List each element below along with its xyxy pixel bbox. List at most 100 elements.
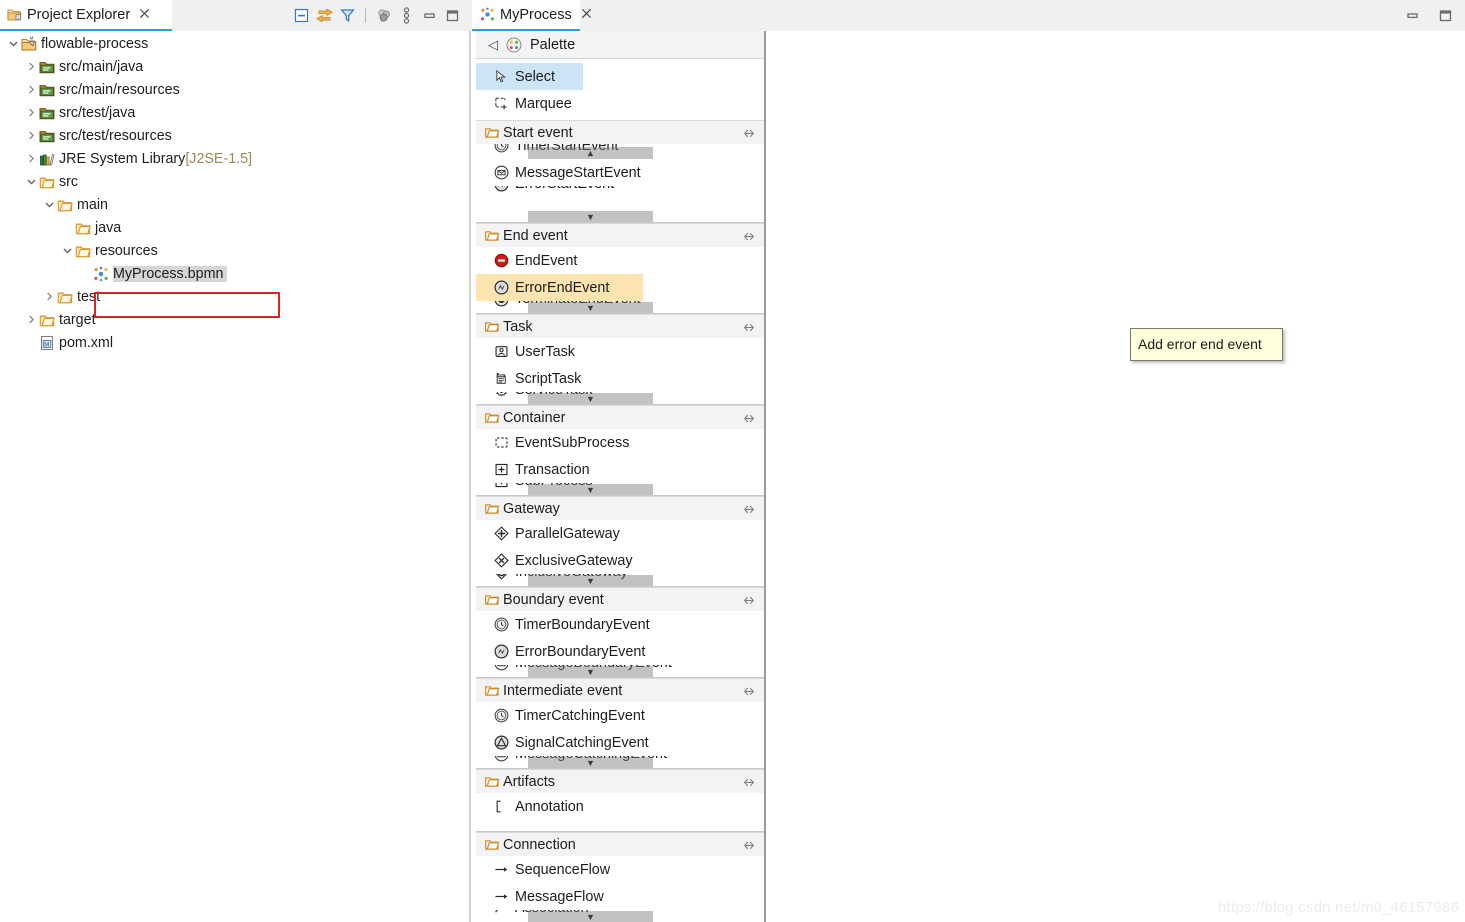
- palette-tool-marquee[interactable]: Marquee: [476, 90, 764, 117]
- drawer-header[interactable]: Task: [476, 314, 764, 338]
- close-icon[interactable]: [139, 8, 150, 21]
- palette-item-messagestartevent[interactable]: MessageStartEvent: [476, 159, 764, 186]
- palette-tool-select[interactable]: Select: [476, 63, 583, 90]
- palette-drawer-intermediate-event: Intermediate eventTimerCatchingEventSign…: [476, 678, 764, 769]
- drawer-header[interactable]: Start event: [476, 120, 764, 144]
- scroll-down-overlay[interactable]: ▼: [528, 393, 653, 404]
- drawer-pin-icon[interactable]: [742, 503, 756, 519]
- view-menu-icon[interactable]: [395, 4, 418, 27]
- drawer-pin-icon[interactable]: [742, 594, 756, 610]
- chevron-right-icon[interactable]: [24, 55, 38, 78]
- scroll-down-overlay[interactable]: ▼: [528, 666, 653, 677]
- chevron-right-icon[interactable]: [24, 147, 38, 170]
- tree-item-pom-xml[interactable]: Mpom.xml: [0, 331, 469, 354]
- chevron-right-icon[interactable]: [24, 308, 38, 331]
- palette-item-errorboundaryevent[interactable]: ErrorBoundaryEvent: [476, 638, 764, 665]
- minimize-icon[interactable]: [418, 4, 441, 27]
- maximize-icon[interactable]: [441, 4, 464, 27]
- tree-item-src-test-java[interactable]: src/test/java: [0, 101, 469, 124]
- svg-text:M: M: [30, 36, 34, 40]
- palette-item-parallelgateway[interactable]: ParallelGateway: [476, 520, 764, 547]
- chevron-right-icon[interactable]: [24, 124, 38, 147]
- scroll-down-overlay[interactable]: ▼: [528, 484, 653, 495]
- palette-collapse-icon[interactable]: ◁: [488, 38, 498, 51]
- tree-item-src-main-resources[interactable]: src/main/resources: [0, 78, 469, 101]
- palette-item-transaction[interactable]: Transaction: [476, 456, 764, 483]
- tree-item-src[interactable]: src: [0, 170, 469, 193]
- palette-item-errorendevent[interactable]: ErrorEndEvent: [476, 274, 643, 301]
- chevron-right-icon[interactable]: [24, 101, 38, 124]
- palette-item-signalcatchingevent[interactable]: SignalCatchingEvent: [476, 729, 764, 756]
- chevron-right-icon[interactable]: [24, 78, 38, 101]
- drawer-pin-icon[interactable]: [742, 230, 756, 246]
- drawer-pin-icon[interactable]: [742, 685, 756, 701]
- palette-item-timercatchingevent[interactable]: TimerCatchingEvent: [476, 702, 764, 729]
- palette-item-eventsubprocess[interactable]: EventSubProcess: [476, 429, 764, 456]
- tree-item-src-test-resources[interactable]: src/test/resources: [0, 124, 469, 147]
- filter-icon[interactable]: [336, 4, 359, 27]
- tree-item-main[interactable]: main: [0, 193, 469, 216]
- palette-item-sequenceflow[interactable]: SequenceFlow: [476, 856, 764, 883]
- tab-project-explorer[interactable]: Project Explorer: [0, 0, 172, 31]
- palette-item-label: ErrorEndEvent: [515, 280, 609, 296]
- tree-item-label: src/test/resources: [59, 128, 172, 144]
- drawer-header[interactable]: Boundary event: [476, 587, 764, 611]
- scroll-down-overlay[interactable]: ▼: [528, 757, 653, 768]
- message-event-icon: [494, 165, 514, 180]
- scroll-down-overlay[interactable]: ▼: [528, 575, 653, 586]
- drawer-pin-icon[interactable]: [742, 412, 756, 428]
- chevron-up-icon: ▼: [586, 149, 595, 158]
- drawer-pin-icon[interactable]: [742, 127, 756, 143]
- project-tree[interactable]: Mflowable-processsrc/main/javasrc/main/r…: [0, 31, 470, 922]
- palette-item-usertask[interactable]: UserTask: [476, 338, 764, 365]
- palette-item-errorstartevent[interactable]: ErrorStartEvent: [476, 186, 764, 198]
- chevron-down-icon: ▼: [586, 304, 595, 313]
- focus-on-active-task-icon[interactable]: [372, 4, 395, 27]
- tree-item-jre-system-library[interactable]: JRE System Library [J2SE-1.5]: [0, 147, 469, 170]
- tree-item-flowable-process[interactable]: Mflowable-process: [0, 32, 469, 55]
- drawer-pin-icon[interactable]: [742, 321, 756, 337]
- palette-item-scripttask[interactable]: ScriptTask: [476, 365, 764, 392]
- chevron-down-icon[interactable]: [42, 193, 56, 216]
- tree-item-myprocess-bpmn[interactable]: MyProcess.bpmn: [0, 262, 469, 285]
- tree-item-resources[interactable]: resources: [0, 239, 469, 262]
- drawer-header[interactable]: Gateway: [476, 496, 764, 520]
- drawer-header[interactable]: Intermediate event: [476, 678, 764, 702]
- tab-myprocess[interactable]: MyProcess: [472, 0, 580, 31]
- drawer-header[interactable]: Container: [476, 405, 764, 429]
- chevron-down-icon[interactable]: [6, 32, 20, 55]
- scroll-up-overlay[interactable]: ▼: [528, 147, 653, 159]
- tree-item-java[interactable]: java: [0, 216, 469, 239]
- editor-area: MyProcess: [470, 0, 1465, 922]
- palette-item-messageflow[interactable]: MessageFlow: [476, 883, 764, 910]
- project-explorer-tabbar: Project Explorer: [0, 0, 470, 31]
- palette-item-timerboundaryevent[interactable]: TimerBoundaryEvent: [476, 611, 764, 638]
- tooltip-text: Add error end event: [1138, 336, 1262, 352]
- drawer-header[interactable]: End event: [476, 223, 764, 247]
- minimize-icon[interactable]: [1401, 4, 1424, 27]
- palette-item-annotation[interactable]: Annotation: [476, 793, 764, 820]
- source-folder-icon: [38, 55, 56, 78]
- drawer-body: TimerBoundaryEventErrorBoundaryEventMess…: [476, 611, 764, 677]
- drawer-header[interactable]: Connection: [476, 832, 764, 856]
- tree-item-target[interactable]: target: [0, 308, 469, 331]
- drawer-pin-icon[interactable]: [742, 839, 756, 855]
- tree-item-test[interactable]: test: [0, 285, 469, 308]
- link-with-editor-icon[interactable]: [313, 4, 336, 27]
- scroll-down-overlay[interactable]: ▼: [528, 211, 653, 222]
- chevron-right-icon[interactable]: [42, 285, 56, 308]
- chevron-down-icon[interactable]: [24, 170, 38, 193]
- drawer-pin-icon[interactable]: [742, 776, 756, 792]
- scroll-down-overlay[interactable]: ▼: [528, 302, 653, 313]
- palette-item-endevent[interactable]: EndEvent: [476, 247, 764, 274]
- project-explorer-view: Project Explorer: [0, 0, 470, 922]
- tree-item-src-main-java[interactable]: src/main/java: [0, 55, 469, 78]
- maximize-icon[interactable]: [1434, 4, 1457, 27]
- palette-item-exclusivegateway[interactable]: ExclusiveGateway: [476, 547, 764, 574]
- drawer-header[interactable]: Artifacts: [476, 769, 764, 793]
- collapse-all-icon[interactable]: [290, 4, 313, 27]
- close-icon[interactable]: [581, 8, 592, 21]
- bpmn-diagram-canvas[interactable]: ◁ Palette SelectMarquee Start eventTimer…: [470, 31, 1465, 922]
- chevron-down-icon[interactable]: [60, 239, 74, 262]
- scroll-down-overlay[interactable]: ▼: [528, 911, 653, 922]
